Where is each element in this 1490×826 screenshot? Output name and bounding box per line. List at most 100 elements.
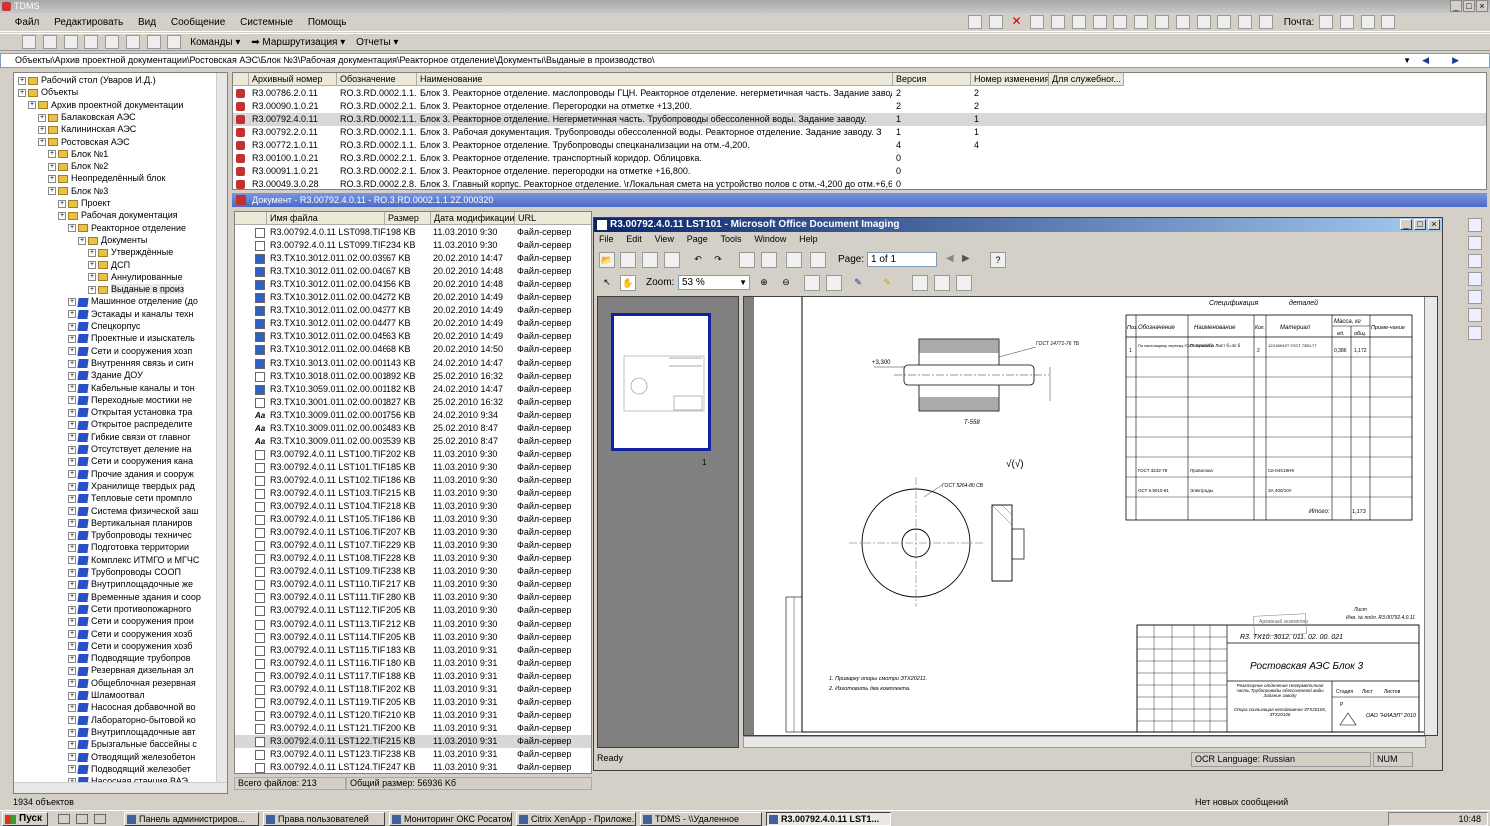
tree-node[interactable]: + Лабораторно-бытовой ко: [68, 714, 196, 726]
file-row[interactable]: R3.TX10.3012.011.02.00.039 67 KB 20.02.201…: [235, 252, 591, 265]
tree-node[interactable]: + Здание ДОУ: [68, 369, 143, 381]
modi-menu-tools[interactable]: Tools: [716, 233, 747, 245]
mail-icon[interactable]: [1319, 15, 1334, 29]
key-icon[interactable]: [63, 35, 78, 49]
send-icon[interactable]: [664, 252, 680, 268]
expand-icon[interactable]: +: [68, 322, 76, 331]
modi-menu-page[interactable]: Page: [682, 233, 713, 245]
tree-node[interactable]: + Сети противопожарного: [68, 603, 191, 615]
tree-node[interactable]: + Эстакады и каналы техн: [68, 308, 194, 320]
menu-edit[interactable]: Редактировать: [48, 14, 129, 31]
file-row[interactable]: R3.00792.4.0.11 LST113.TIF 212 KB 11.03.20…: [235, 618, 591, 631]
tree-node[interactable]: + Система физической заш: [68, 505, 198, 517]
expand-icon[interactable]: +: [68, 605, 76, 614]
tree-node[interactable]: + Внутриплощадочные же: [68, 578, 193, 590]
tree-node[interactable]: + Брызгальные бассейны с: [68, 738, 197, 750]
highlighter-icon[interactable]: ✎: [879, 275, 895, 291]
file-row[interactable]: R3.00792.4.0.11 LST109.TIF 238 KB 11.03.20…: [235, 565, 591, 578]
tool-icon[interactable]: [988, 15, 1003, 29]
redo-icon[interactable]: ↷: [710, 252, 726, 268]
tree-node[interactable]: + Рабочая документация: [58, 209, 178, 221]
table-row[interactable]: R3.00100.1.0.21 RO.3.RD.0002.2.1. Блок 3. …: [233, 152, 1486, 165]
window-icon[interactable]: [146, 35, 161, 49]
expand-icon[interactable]: +: [68, 691, 76, 700]
file-row[interactable]: R3.00792.4.0.11 LST123.TIF 238 KB 11.03.20…: [235, 748, 591, 761]
tools-icon[interactable]: [1468, 290, 1482, 304]
expand-icon[interactable]: +: [68, 765, 76, 774]
expand-icon[interactable]: +: [38, 113, 46, 122]
file-row[interactable]: R3.00792.4.0.11 LST108.TIF 228 KB 11.03.20…: [235, 552, 591, 565]
rotate-left-icon[interactable]: [804, 275, 820, 291]
file-row[interactable]: R3.TX10.3013.011.02.00.001 143 KB 24.02.20…: [235, 357, 591, 370]
view-vscrollbar[interactable]: [1425, 297, 1437, 735]
modi-maximize-button[interactable]: □: [1414, 219, 1426, 230]
tree-hscrollbar[interactable]: [14, 782, 227, 793]
select-pointer-icon[interactable]: ↖: [599, 275, 615, 291]
back-arrow-icon[interactable]: ◀: [1422, 54, 1429, 67]
tree-node[interactable]: + Отсутствует деление на: [68, 443, 192, 455]
file-row[interactable]: R3.00792.4.0.11 LST118.TIF 202 KB 11.03.20…: [235, 683, 591, 696]
expand-icon[interactable]: +: [68, 433, 76, 442]
modi-close-button[interactable]: ×: [1428, 219, 1440, 230]
expand-icon[interactable]: +: [68, 445, 76, 454]
doc-icon[interactable]: [105, 35, 120, 49]
forward-arrow-icon[interactable]: ▶: [1452, 54, 1459, 67]
tree-vscrollbar[interactable]: [216, 73, 227, 793]
table-row[interactable]: R3.00792.4.0.11 RO.3.RD.0002.1.1. Блок 3. …: [233, 113, 1486, 126]
table-row[interactable]: R3.00049.3.0.28 RO.3.RD.0002.2.8. Блок 3. …: [233, 178, 1486, 189]
expand-icon[interactable]: +: [68, 630, 76, 639]
save-icon[interactable]: [1468, 272, 1482, 286]
file-row[interactable]: R3.00792.4.0.11 LST107.TIF 229 KB 11.03.20…: [235, 539, 591, 552]
tree-node[interactable]: + Переходные мостики не: [68, 394, 192, 406]
expand-icon[interactable]: +: [78, 236, 86, 245]
next-page-icon[interactable]: ▶: [962, 253, 970, 264]
undo-icon[interactable]: ↶: [690, 252, 706, 268]
tree-node[interactable]: + Временные здания и соор: [68, 591, 201, 603]
copy-icon[interactable]: [84, 35, 99, 49]
modi-menu-help[interactable]: Help: [794, 233, 823, 245]
copy-icon[interactable]: [1030, 15, 1045, 29]
view-icon[interactable]: [1217, 15, 1232, 29]
table-row[interactable]: R3.00792.2.0.11 RO.3.RD.0002.1.1. Блок 3. …: [233, 126, 1486, 139]
tree-node[interactable]: + Открытая установка тра: [68, 406, 192, 418]
tree-node[interactable]: + Комплекс ИТМГО и МГЧС: [68, 554, 199, 566]
send-to-word-icon[interactable]: [810, 252, 826, 268]
expand-icon[interactable]: +: [68, 642, 76, 651]
expand-icon[interactable]: +: [68, 593, 76, 602]
expand-icon[interactable]: +: [18, 76, 26, 85]
object-icon[interactable]: [167, 35, 182, 49]
file-row[interactable]: R3.00792.4.0.11 LST114.TIF 205 KB 11.03.20…: [235, 631, 591, 644]
expand-icon[interactable]: +: [68, 617, 76, 626]
file-row[interactable]: R3.00792.4.0.11 LST115.TIF 183 KB 11.03.20…: [235, 644, 591, 657]
page-thumbnail[interactable]: [611, 313, 711, 451]
expand-icon[interactable]: +: [58, 211, 66, 220]
expand-icon[interactable]: +: [68, 753, 76, 762]
modi-menu-edit[interactable]: Edit: [621, 233, 647, 245]
menu-view[interactable]: Вид: [132, 14, 162, 31]
delete-icon[interactable]: ✕: [1010, 15, 1024, 29]
quicklaunch-icon[interactable]: [76, 814, 88, 824]
tree-node[interactable]: + Спецкорпус: [68, 320, 140, 332]
file-row[interactable]: R3.00792.4.0.11 LST104.TIF 218 KB 11.03.20…: [235, 500, 591, 513]
export-icon[interactable]: [1468, 326, 1482, 340]
expand-icon[interactable]: +: [68, 654, 76, 663]
file-row[interactable]: R3.TX10.3012.011.02.00.046 68 KB 20.02.201…: [235, 343, 591, 356]
tree-node[interactable]: + Балаковская АЭС: [38, 111, 136, 123]
tree-node[interactable]: + Тепловые сети промпло: [68, 492, 192, 504]
expand-icon[interactable]: +: [68, 740, 76, 749]
file-row[interactable]: R3.00792.4.0.11 LST103.TIF 215 KB 11.03.20…: [235, 487, 591, 500]
tree-node[interactable]: + Неопределённый блок: [48, 172, 165, 184]
tree-node[interactable]: + Выданые в произ: [88, 283, 184, 295]
expand-icon[interactable]: +: [68, 310, 76, 319]
doc-icon[interactable]: [1071, 15, 1086, 29]
binoculars-icon[interactable]: [1134, 15, 1149, 29]
expand-icon[interactable]: +: [68, 384, 76, 393]
tree-node[interactable]: + Сети и сооружения хозб: [68, 628, 192, 640]
tree-node[interactable]: + Общеблочная резервная: [68, 677, 196, 689]
commands-menu[interactable]: Команды ▾: [186, 35, 244, 50]
expand-icon[interactable]: +: [48, 187, 56, 196]
refresh-icon[interactable]: [1175, 15, 1190, 29]
mail-send-icon[interactable]: [1339, 15, 1354, 29]
tree-node[interactable]: + Отводящий железобетон: [68, 751, 195, 763]
table-row[interactable]: R3.00090.1.0.21 RO.3.RD.0002.2.1. Блок 3. …: [233, 100, 1486, 113]
